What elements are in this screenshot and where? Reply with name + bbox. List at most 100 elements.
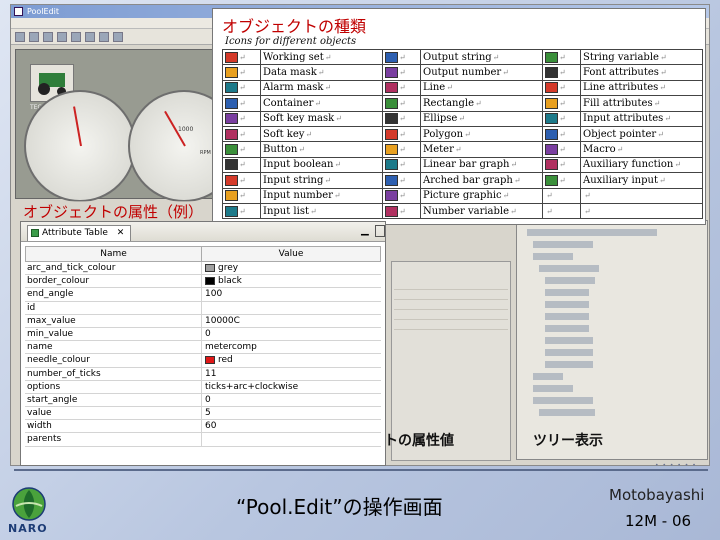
return-mark-icon: ↵ [616,145,624,155]
toolbar-button-icon[interactable] [29,32,39,42]
table-row[interactable]: id [25,301,381,315]
attribute-value[interactable]: metercomp [205,341,377,354]
table-row[interactable]: min_value 0 [25,327,381,342]
attribute-value-text: 100 [205,289,223,300]
attribute-value-text: 10000C [205,315,240,326]
table-row[interactable]: width 60 [25,420,381,434]
column-divider [201,407,202,421]
toolbar-button-icon[interactable] [57,32,67,42]
attribute-name: id [27,302,36,313]
minimize-icon[interactable]: ▁ [361,225,371,237]
meter-gauge-left[interactable] [24,90,136,202]
table-row[interactable]: arc_and_tick_colour grey [25,262,381,276]
alarm-mask-icon [225,82,238,94]
tree-item[interactable] [533,397,593,404]
list-item[interactable] [394,312,508,320]
object-type-icon-cell: ↵ [222,48,261,66]
tree-item[interactable] [545,349,593,356]
input-attributes-icon [545,113,558,125]
column-divider [201,314,202,328]
tree-item[interactable] [545,301,589,308]
toolbar-button-icon[interactable] [43,32,53,42]
return-mark-icon: ↵ [305,129,313,139]
attribute-value[interactable]: 100 [205,288,377,301]
object-type-label: Auxiliary input [583,174,658,186]
design-canvas[interactable]: TECH WABOT 1000 RPM [15,49,240,202]
attribute-value[interactable]: grey [205,262,377,275]
object-type-name: Working set↵ [260,48,383,66]
toolbar-button-icon[interactable] [99,32,109,42]
tree-item[interactable] [545,325,589,332]
tree-item[interactable] [539,409,595,416]
toolbar-button-icon[interactable] [15,32,25,42]
tree-item[interactable] [533,373,563,380]
color-swatch-icon [205,263,215,272]
attribute-value[interactable]: 0 [205,394,377,407]
table-row[interactable]: value 5 [25,407,381,421]
tree-item[interactable] [545,313,589,320]
tab-attribute-table[interactable]: Attribute Table ✕ [27,225,132,241]
object-type-label: Line [423,82,446,94]
tree-item[interactable] [545,277,595,284]
attribute-values-caption: トの属性値 [384,433,454,449]
return-mark-icon: ↵ [454,145,462,155]
object-type-name: Soft key mask↵ [260,110,383,127]
return-mark-icon: ↵ [239,83,246,93]
input-boolean-icon [225,159,238,171]
attribute-value[interactable]: 5 [205,407,377,420]
tree-item[interactable] [545,289,589,296]
close-icon[interactable]: ✕ [117,228,125,238]
table-row[interactable]: start_angle 0 [25,393,381,408]
return-mark-icon: ↵ [510,160,518,170]
return-mark-icon: ↵ [399,129,406,139]
toolbar-button-icon[interactable] [113,32,123,42]
list-item[interactable] [394,322,508,330]
attribute-value[interactable]: black [205,275,377,288]
list-item[interactable] [394,282,508,290]
toolbar-button-icon[interactable] [71,32,81,42]
attribute-value[interactable]: red [205,354,377,367]
attribute-value[interactable]: 11 [205,368,377,381]
tree-item[interactable] [533,253,573,260]
table-row[interactable]: name metercomp [25,341,381,355]
list-item[interactable] [394,302,508,310]
tree-item[interactable] [539,265,599,272]
tree-item[interactable] [527,229,657,236]
tree-item[interactable] [545,361,593,368]
table-row[interactable]: border_colour black [25,275,381,289]
column-header-name[interactable]: Name [26,247,202,262]
attribute-value[interactable]: ticks+arc+clockwise [205,381,377,394]
attribute-value[interactable]: 0 [205,328,377,341]
table-row[interactable]: max_value 10000C [25,314,381,328]
object-type-label: Output string [423,51,492,63]
object-type-label: Output number [423,67,502,79]
list-item[interactable] [394,292,508,300]
table-row[interactable]: parents [25,433,381,447]
attribute-name: name [27,342,53,353]
slide-number: 12M - 06 [625,512,691,530]
table-row[interactable]: needle_colour red [25,354,381,368]
return-mark-icon: ↵ [464,129,471,139]
attribute-value[interactable]: 60 [205,420,377,433]
table-row[interactable]: end_angle 100 [25,288,381,302]
tree-item[interactable] [533,241,593,248]
tree-view-pane[interactable] [516,220,708,460]
column-divider [201,420,202,434]
return-mark-icon: ↵ [559,83,566,93]
object-type-name: Alarm mask↵ [260,79,383,97]
object-type-icon-cell: ↵ [542,95,581,112]
object-type-name: ↵ [580,187,703,204]
return-mark-icon: ↵ [399,52,406,62]
attribute-example-caption: オブジェクトの属性（例） [23,201,204,222]
column-header-value[interactable]: Value [202,247,380,262]
object-type-name: Linear bar graph↵ [420,156,543,174]
toolbar-button-icon[interactable] [85,32,95,42]
tree-item[interactable] [545,337,593,344]
table-row[interactable]: options ticks+arc+clockwise [25,380,381,394]
slide-title: “Pool.Edit”の操作画面 [236,495,443,519]
tree-item[interactable] [533,385,573,392]
maximize-icon[interactable] [375,225,385,237]
attribute-value[interactable]: 10000C [205,315,377,328]
table-row[interactable]: number_of_ticks 11 [25,367,381,381]
column-divider [201,341,202,355]
